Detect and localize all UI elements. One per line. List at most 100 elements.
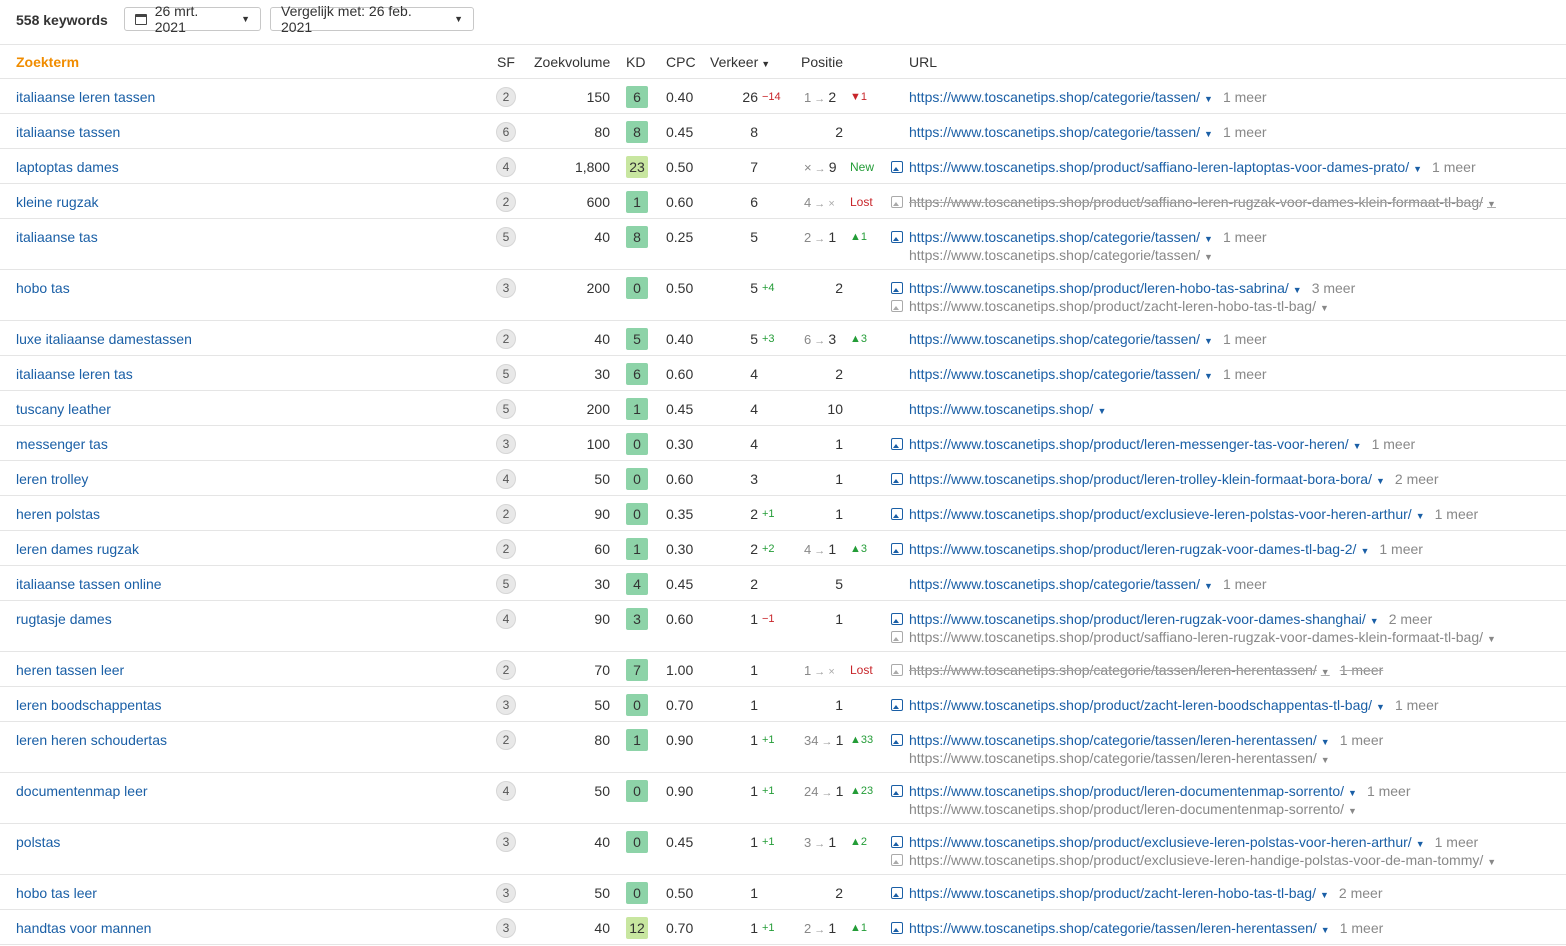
sf-badge[interactable]: 4 bbox=[496, 157, 516, 177]
sf-badge[interactable]: 5 bbox=[496, 574, 516, 594]
keyword-link[interactable]: documentenmap leer bbox=[16, 783, 148, 799]
more-urls-link[interactable]: 1 meer bbox=[1340, 732, 1384, 748]
sf-badge[interactable]: 3 bbox=[496, 883, 516, 903]
url-link[interactable]: https://www.toscanetips.shop/categorie/t… bbox=[909, 124, 1267, 142]
more-urls-link[interactable]: 1 meer bbox=[1223, 229, 1267, 245]
url-text[interactable]: https://www.toscanetips.shop/product/ler… bbox=[909, 541, 1356, 557]
previous-url[interactable]: https://www.toscanetips.shop/product/exc… bbox=[909, 852, 1496, 870]
chevron-down-icon[interactable]: ▼ bbox=[1321, 755, 1330, 765]
keyword-link[interactable]: kleine rugzak bbox=[16, 194, 99, 210]
col-url[interactable]: URL bbox=[909, 54, 937, 70]
url-text[interactable]: https://www.toscanetips.shop/product/saf… bbox=[909, 194, 1483, 210]
url-link[interactable]: https://www.toscanetips.shop/categorie/t… bbox=[909, 732, 1383, 750]
more-urls-link[interactable]: 1 meer bbox=[1223, 576, 1267, 592]
sf-badge[interactable]: 4 bbox=[496, 609, 516, 629]
url-link[interactable]: https://www.toscanetips.shop/product/ler… bbox=[909, 611, 1432, 629]
col-sf[interactable]: SF bbox=[497, 54, 515, 70]
chevron-down-icon[interactable]: ▼ bbox=[1360, 546, 1369, 556]
url-text[interactable]: https://www.toscanetips.shop/categorie/t… bbox=[909, 920, 1317, 936]
chevron-down-icon[interactable]: ▼ bbox=[1416, 839, 1425, 849]
url-text[interactable]: https://www.toscanetips.shop/categorie/t… bbox=[909, 229, 1200, 245]
chevron-down-icon[interactable]: ▼ bbox=[1413, 164, 1422, 174]
chevron-down-icon[interactable]: ▼ bbox=[1487, 199, 1496, 209]
col-cpc[interactable]: CPC bbox=[666, 54, 696, 70]
sf-badge[interactable]: 2 bbox=[496, 192, 516, 212]
chevron-down-icon[interactable]: ▼ bbox=[1321, 925, 1330, 935]
chevron-down-icon[interactable]: ▼ bbox=[1416, 511, 1425, 521]
previous-url[interactable]: https://www.toscanetips.shop/categorie/t… bbox=[909, 750, 1330, 768]
previous-url[interactable]: https://www.toscanetips.shop/product/saf… bbox=[909, 629, 1496, 647]
sf-badge[interactable]: 4 bbox=[496, 469, 516, 489]
url-text[interactable]: https://www.toscanetips.shop/product/exc… bbox=[909, 506, 1412, 522]
url-text[interactable]: https://www.toscanetips.shop/categorie/t… bbox=[909, 732, 1317, 748]
more-urls-link[interactable]: 1 meer bbox=[1435, 834, 1479, 850]
url-text[interactable]: https://www.toscanetips.shop/categorie/t… bbox=[909, 331, 1200, 347]
url-text[interactable]: https://www.toscanetips.shop/categorie/t… bbox=[909, 89, 1200, 105]
more-urls-link[interactable]: 1 meer bbox=[1435, 506, 1479, 522]
chevron-down-icon[interactable]: ▼ bbox=[1321, 737, 1330, 747]
url-link[interactable]: https://www.toscanetips.shop/product/ler… bbox=[909, 471, 1438, 489]
compare-date-button[interactable]: Vergelijk met: 26 feb. 2021 ▼ bbox=[270, 3, 474, 35]
url-link[interactable]: https://www.toscanetips.shop/categorie/t… bbox=[909, 366, 1267, 384]
date-picker-button[interactable]: 26 mrt. 2021 ▼ bbox=[124, 3, 261, 35]
url-text[interactable]: https://www.toscanetips.shop/categorie/t… bbox=[909, 366, 1200, 382]
url-text[interactable]: https://www.toscanetips.shop/product/zac… bbox=[909, 697, 1372, 713]
url-text[interactable]: https://www.toscanetips.shop/ bbox=[909, 401, 1093, 417]
more-urls-link[interactable]: 1 meer bbox=[1223, 89, 1267, 105]
url-link[interactable]: https://www.toscanetips.shop/product/zac… bbox=[909, 885, 1382, 903]
previous-url[interactable]: https://www.toscanetips.shop/product/ler… bbox=[909, 801, 1357, 819]
url-text[interactable]: https://www.toscanetips.shop/product/ler… bbox=[909, 611, 1366, 627]
keyword-link[interactable]: heren polstas bbox=[16, 506, 100, 522]
sf-badge[interactable]: 2 bbox=[496, 660, 516, 680]
more-urls-link[interactable]: 1 meer bbox=[1395, 697, 1439, 713]
keyword-link[interactable]: heren tassen leer bbox=[16, 662, 124, 678]
keyword-link[interactable]: italiaanse tassen online bbox=[16, 576, 162, 592]
sf-badge[interactable]: 2 bbox=[496, 504, 516, 524]
col-position[interactable]: Positie bbox=[801, 54, 843, 70]
chevron-down-icon[interactable]: ▼ bbox=[1204, 94, 1213, 104]
sf-badge[interactable]: 3 bbox=[496, 832, 516, 852]
sf-badge[interactable]: 3 bbox=[496, 278, 516, 298]
keyword-link[interactable]: italiaanse leren tas bbox=[16, 366, 133, 382]
more-urls-link[interactable]: 1 meer bbox=[1340, 920, 1384, 936]
chevron-down-icon[interactable]: ▼ bbox=[1204, 234, 1213, 244]
col-traffic[interactable]: Verkeer ▼ bbox=[710, 54, 770, 70]
chevron-down-icon[interactable]: ▼ bbox=[1204, 336, 1213, 346]
url-text[interactable]: https://www.toscanetips.shop/categorie/t… bbox=[909, 576, 1200, 592]
url-text[interactable]: https://www.toscanetips.shop/product/ler… bbox=[909, 280, 1289, 296]
url-text[interactable]: https://www.toscanetips.shop/product/ler… bbox=[909, 436, 1349, 452]
url-link[interactable]: https://www.toscanetips.shop/product/saf… bbox=[909, 159, 1476, 177]
keyword-link[interactable]: leren heren schoudertas bbox=[16, 732, 167, 748]
more-urls-link[interactable]: 2 meer bbox=[1339, 885, 1383, 901]
more-urls-link[interactable]: 1 meer bbox=[1340, 662, 1384, 678]
url-text[interactable]: https://www.toscanetips.shop/product/zac… bbox=[909, 885, 1316, 901]
more-urls-link[interactable]: 1 meer bbox=[1223, 331, 1267, 347]
chevron-down-icon[interactable]: ▼ bbox=[1376, 476, 1385, 486]
url-link[interactable]: https://www.toscanetips.shop/product/zac… bbox=[909, 697, 1439, 715]
chevron-down-icon[interactable]: ▼ bbox=[1353, 441, 1362, 451]
keyword-link[interactable]: hobo tas leer bbox=[16, 885, 97, 901]
url-text[interactable]: https://www.toscanetips.shop/product/saf… bbox=[909, 159, 1409, 175]
keyword-link[interactable]: luxe italiaanse damestassen bbox=[16, 331, 192, 347]
previous-url[interactable]: https://www.toscanetips.shop/categorie/t… bbox=[909, 247, 1213, 265]
sf-badge[interactable]: 3 bbox=[496, 695, 516, 715]
keyword-link[interactable]: polstas bbox=[16, 834, 60, 850]
url-link[interactable]: https://www.toscanetips.shop/product/ler… bbox=[909, 783, 1411, 801]
sf-badge[interactable]: 5 bbox=[496, 399, 516, 419]
chevron-down-icon[interactable]: ▼ bbox=[1320, 303, 1329, 313]
chevron-down-icon[interactable]: ▼ bbox=[1204, 581, 1213, 591]
more-urls-link[interactable]: 2 meer bbox=[1389, 611, 1433, 627]
chevron-down-icon[interactable]: ▼ bbox=[1097, 406, 1106, 416]
sf-badge[interactable]: 6 bbox=[496, 122, 516, 142]
keyword-link[interactable]: italiaanse leren tassen bbox=[16, 89, 155, 105]
chevron-down-icon[interactable]: ▼ bbox=[1321, 667, 1330, 677]
sf-badge[interactable]: 2 bbox=[496, 539, 516, 559]
keyword-link[interactable]: messenger tas bbox=[16, 436, 108, 452]
chevron-down-icon[interactable]: ▼ bbox=[1370, 616, 1379, 626]
url-link[interactable]: https://www.toscanetips.shop/categorie/t… bbox=[909, 89, 1267, 107]
url-text[interactable]: https://www.toscanetips.shop/product/ler… bbox=[909, 783, 1344, 799]
keyword-link[interactable]: leren dames rugzak bbox=[16, 541, 139, 557]
chevron-down-icon[interactable]: ▼ bbox=[1204, 371, 1213, 381]
chevron-down-icon[interactable]: ▼ bbox=[1204, 129, 1213, 139]
more-urls-link[interactable]: 1 meer bbox=[1367, 783, 1411, 799]
